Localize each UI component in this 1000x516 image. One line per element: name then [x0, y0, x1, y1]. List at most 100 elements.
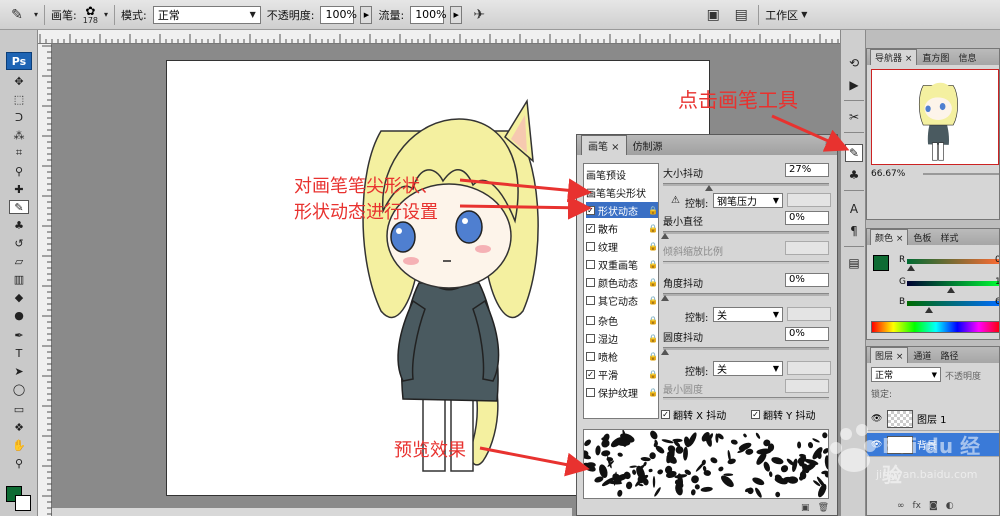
dodge-tool-icon[interactable]: ●	[9, 308, 29, 322]
panel-menu-icon[interactable]: ≡	[825, 138, 833, 149]
tab-histogram[interactable]: 直方图	[918, 50, 953, 65]
list-item-noise[interactable]: 杂色 🔒	[586, 312, 658, 328]
brush-tool-icon[interactable]: ✎	[6, 5, 28, 25]
tool-preset-dropdown[interactable]: ▾	[34, 10, 38, 19]
zoom-slider[interactable]	[923, 173, 999, 175]
type-tool-icon[interactable]: T	[9, 346, 29, 360]
tab-clone-source[interactable]: 仿制源	[627, 136, 669, 155]
checkbox[interactable]	[586, 333, 595, 343]
brush-tool-icon[interactable]: ✎	[9, 200, 29, 214]
tool-presets-icon[interactable]: ✂	[845, 108, 863, 126]
flip-x-jitter-option[interactable]: ✓ 翻转 X 抖动	[661, 407, 726, 422]
checkbox-checked[interactable]: ✓	[661, 410, 670, 419]
tab-info[interactable]: 信息	[954, 50, 980, 65]
tab-styles[interactable]: 样式	[936, 230, 962, 245]
blue-slider[interactable]	[907, 301, 999, 306]
history-icon[interactable]: ⟲	[845, 54, 863, 72]
angle-jitter-input[interactable]: 0%	[785, 273, 829, 287]
document-icon[interactable]: ▣	[702, 5, 724, 25]
path-select-tool-icon[interactable]: ➤	[9, 364, 29, 378]
pen-tool-icon[interactable]: ✒	[9, 328, 29, 342]
shape-tool-icon[interactable]: ◯	[9, 382, 29, 396]
character-icon[interactable]: A	[845, 200, 863, 218]
3d-tool-icon[interactable]: ❖	[9, 420, 29, 434]
list-item-wet-edges[interactable]: 湿边 🔒	[586, 330, 658, 346]
checkbox[interactable]	[586, 315, 595, 325]
slider-thumb[interactable]	[661, 295, 669, 301]
roundness-jitter-slider[interactable]	[661, 347, 829, 355]
actions-icon[interactable]: ▶	[845, 76, 863, 94]
checkbox-checked[interactable]: ✓	[586, 369, 595, 379]
tab-channels[interactable]: 通道	[909, 348, 935, 363]
lock-icon[interactable]: 🔒	[648, 388, 658, 397]
lock-icon[interactable]: 🔒	[648, 224, 658, 233]
brush-panel-icon[interactable]: ✎	[845, 144, 863, 162]
workspace-menu[interactable]: 工作区 ▼	[765, 7, 807, 23]
eraser-tool-icon[interactable]: ▱	[9, 254, 29, 268]
lock-icon[interactable]: 🔒	[648, 206, 658, 215]
checkbox-checked[interactable]: ✓	[586, 223, 595, 233]
tab-color[interactable]: 颜色 ×	[870, 229, 909, 245]
tab-brush[interactable]: 画笔 ×	[581, 135, 627, 155]
mask-icon[interactable]: ◙	[929, 501, 938, 511]
tab-navigator[interactable]: 导航器 ×	[870, 49, 918, 65]
list-item-brush-tip-shape[interactable]: 画笔笔尖形状	[586, 184, 658, 200]
checkbox[interactable]	[586, 295, 595, 305]
zoom-value[interactable]: 66.67%	[871, 169, 905, 179]
flow-slider-button[interactable]: ▶	[450, 5, 463, 24]
paragraph-icon[interactable]: ¶	[845, 222, 863, 240]
clone-source-icon[interactable]: ♣	[845, 166, 863, 184]
opacity-slider-button[interactable]: ▶	[360, 5, 373, 24]
mode-dropdown[interactable]: 正常 ▼	[152, 5, 261, 24]
history-brush-tool-icon[interactable]: ↺	[9, 236, 29, 250]
green-slider[interactable]	[907, 281, 999, 286]
min-diameter-slider[interactable]	[661, 231, 829, 239]
notes-icon[interactable]: ▤	[845, 254, 863, 272]
foreground-color-swatch[interactable]	[873, 255, 889, 271]
checkbox[interactable]	[586, 241, 595, 251]
move-tool-icon[interactable]: ✥	[9, 74, 29, 88]
slider-thumb[interactable]	[907, 265, 915, 271]
new-brush-icon[interactable]: ▣	[801, 503, 810, 515]
fx-icon[interactable]: fx	[913, 501, 922, 511]
background-color-swatch[interactable]	[15, 495, 31, 511]
list-item-protect-texture[interactable]: 保护纹理 🔒	[586, 384, 658, 400]
list-item-airbrush[interactable]: 喷枪 🔒	[586, 348, 658, 364]
list-item-smoothing[interactable]: ✓ 平滑 🔒	[586, 366, 658, 382]
flip-y-jitter-option[interactable]: ✓ 翻转 Y 抖动	[751, 407, 815, 422]
stamp-tool-icon[interactable]: ♣	[9, 218, 29, 232]
brush-preset-picker[interactable]: ✿ 178	[83, 5, 98, 25]
screen-mode-icon[interactable]: ▤	[730, 5, 752, 25]
lock-icon[interactable]: 🔒	[648, 242, 658, 251]
size-jitter-slider[interactable]	[663, 183, 829, 191]
slider-thumb[interactable]	[925, 307, 933, 313]
list-item-shape-dynamics[interactable]: ✓ 形状动态 🔒	[586, 202, 658, 218]
roundness-jitter-input[interactable]: 0%	[785, 327, 829, 341]
checkbox[interactable]	[586, 351, 595, 361]
tab-layers[interactable]: 图层 ×	[870, 347, 909, 363]
gradient-tool-icon[interactable]: ▥	[9, 272, 29, 286]
size-jitter-input[interactable]: 27%	[785, 163, 829, 177]
slider-thumb[interactable]	[947, 287, 955, 293]
blur-tool-icon[interactable]: ◆	[9, 290, 29, 304]
size-control-dropdown[interactable]: 钢笔压力 ▼	[713, 193, 783, 208]
crop-tool-icon[interactable]: ⌗	[9, 146, 29, 160]
blend-mode-dropdown[interactable]: 正常 ▼	[871, 367, 941, 382]
notes-tool-icon[interactable]: ▭	[9, 402, 29, 416]
red-slider[interactable]	[907, 259, 999, 264]
list-item-color-dynamics[interactable]: 颜色动态 🔒	[586, 274, 658, 290]
checkbox[interactable]	[586, 387, 595, 397]
zoom-tool-icon[interactable]: ⚲	[9, 456, 29, 470]
lock-icon[interactable]: 🔒	[648, 278, 658, 287]
flow-input[interactable]: 100%	[410, 5, 447, 24]
checkbox-checked[interactable]: ✓	[586, 205, 595, 215]
lock-icon[interactable]: 🔒	[648, 370, 658, 379]
checkbox-checked[interactable]: ✓	[751, 410, 760, 419]
slider-thumb[interactable]	[705, 185, 713, 191]
link-icon[interactable]: ∞	[897, 501, 905, 511]
navigator-thumbnail[interactable]	[871, 69, 999, 165]
list-item-texture[interactable]: 纹理 🔒	[586, 238, 658, 254]
angle-jitter-slider[interactable]	[661, 293, 829, 301]
blue-value[interactable]: 6	[995, 297, 999, 307]
eyedropper-tool-icon[interactable]: ⚲	[9, 164, 29, 178]
